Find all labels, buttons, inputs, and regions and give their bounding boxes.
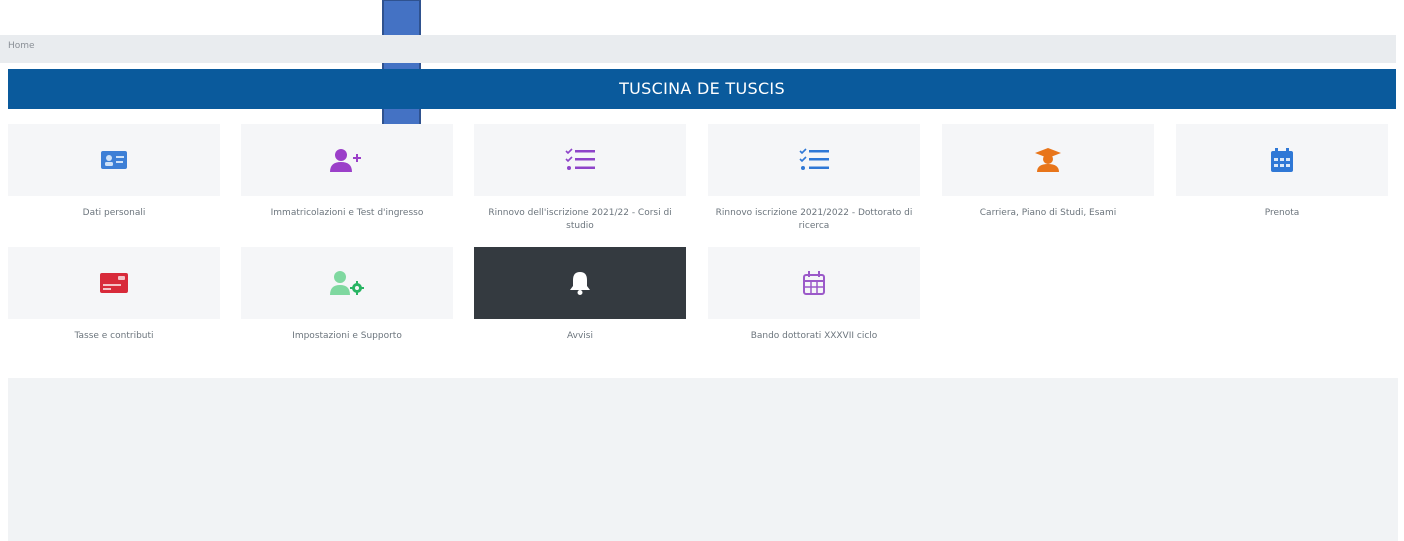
breadcrumb: Home [0, 35, 1396, 63]
tile-label: Rinnovo iscrizione 2021/2022 - Dottorato… [715, 208, 913, 231]
checklist-icon [799, 148, 829, 170]
id-card-icon [101, 151, 127, 169]
tile-label: Impostazioni e Supporto [292, 331, 402, 341]
tile-impostazioni[interactable] [241, 247, 453, 319]
calendar-grid-icon [803, 271, 825, 295]
page-title: TUSCINA DE TUSCIS [8, 69, 1396, 109]
graduate-icon [1035, 148, 1061, 172]
tile-label: Avvisi [567, 331, 593, 341]
breadcrumb-home-link[interactable]: Home [8, 41, 35, 51]
user-plus-icon [330, 149, 361, 172]
tile-label: Bando dottorati XXXVII ciclo [750, 331, 878, 341]
tile-prenota[interactable] [1176, 124, 1388, 196]
tile-bando-dottorati[interactable] [708, 247, 920, 319]
tile-immatricolazioni[interactable] [241, 124, 453, 196]
tile-label: Tasse e contributi [74, 331, 154, 341]
content-panel [8, 378, 1398, 541]
tile-rinnovo-dottorato[interactable] [708, 124, 920, 196]
checklist-icon [565, 148, 595, 170]
tile-rinnovo-corsi[interactable] [474, 124, 686, 196]
user-settings-icon [330, 271, 364, 295]
credit-card-icon [100, 273, 128, 293]
calendar-icon [1271, 148, 1293, 172]
tile-carriera[interactable] [942, 124, 1154, 196]
tile-tasse[interactable] [8, 247, 220, 319]
tile-label: Dati personali [82, 208, 146, 218]
tile-label: Rinnovo dell'iscrizione 2021/22 - Corsi … [488, 208, 672, 231]
bell-icon [570, 272, 590, 295]
tile-label: Immatricolazioni e Test d'ingresso [270, 208, 424, 218]
tile-dati-personali[interactable] [8, 124, 220, 196]
tile-label: Carriera, Piano di Studi, Esami [979, 208, 1117, 218]
tile-avvisi[interactable] [474, 247, 686, 319]
tile-label: Prenota [1264, 208, 1300, 218]
